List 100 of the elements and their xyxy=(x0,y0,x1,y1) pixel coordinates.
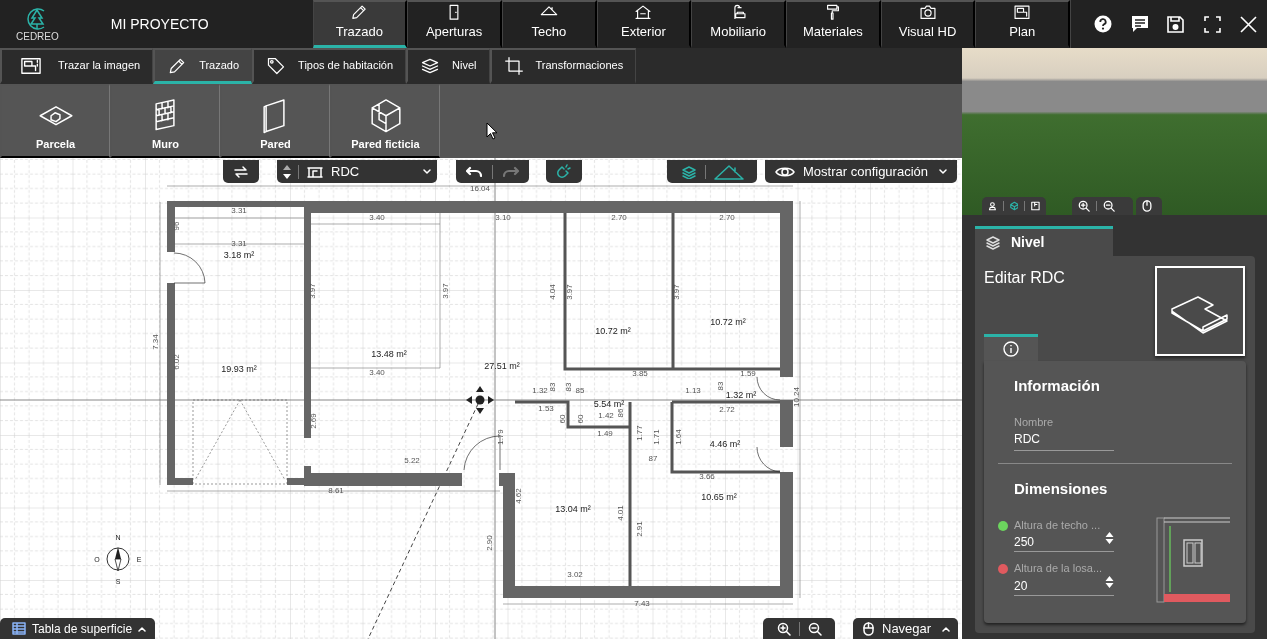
dimension-label: 83 xyxy=(716,381,726,391)
level-stepper-icon[interactable] xyxy=(282,163,292,180)
tool-button[interactable]: Pared ficticia xyxy=(330,84,440,158)
tool-button[interactable]: Pared xyxy=(220,84,330,158)
dimension-label: 1.49 xyxy=(597,429,613,439)
dimension-label: 3.02 xyxy=(567,570,583,580)
dimension-label: 60 xyxy=(576,414,586,424)
number-field[interactable]: 250 xyxy=(1014,533,1105,551)
room-area-label: 3.18 m² xyxy=(223,250,255,261)
cube-icon[interactable] xyxy=(1009,200,1019,212)
room-area-label: 10.72 m² xyxy=(595,326,631,337)
dimension-label: 83 xyxy=(564,382,574,392)
room-area-label: 27.51 m² xyxy=(484,361,520,372)
caret-up-icon xyxy=(138,625,147,632)
caret-up-icon xyxy=(942,625,950,632)
display-settings-button[interactable]: Mostrar configuración xyxy=(765,160,957,183)
fullscreen-icon[interactable] xyxy=(1203,15,1221,33)
room-area-label: 10.65 m² xyxy=(701,492,737,503)
sub-tab[interactable]: Trazado xyxy=(153,48,253,84)
dimension-label: 2.70 xyxy=(719,213,735,223)
dimension-label: 86 xyxy=(616,408,626,418)
dimension-label: 16.04 xyxy=(470,184,490,194)
dimension-label: 5.22 xyxy=(404,456,420,466)
name-field[interactable]: RDC xyxy=(1014,430,1114,451)
close-icon[interactable] xyxy=(1240,15,1258,33)
dimension-label: 3.40 xyxy=(369,213,385,223)
dimension-label: 3.10 xyxy=(495,213,511,223)
layers-icon xyxy=(680,164,697,179)
floor-plan-icon xyxy=(307,165,323,178)
comment-icon[interactable] xyxy=(1130,15,1149,33)
dimension-label: 85 xyxy=(575,386,585,396)
info-icon xyxy=(1003,341,1019,357)
room-area-label: 13.48 m² xyxy=(371,349,407,360)
dimension-label: 1.13 xyxy=(685,386,701,396)
level-tab[interactable]: Nivel xyxy=(975,226,1113,256)
zoom-in-icon[interactable] xyxy=(1078,200,1090,212)
main-tab[interactable]: Trazado xyxy=(312,0,408,48)
dimension-label: 2.72 xyxy=(719,405,735,415)
dimension-label: 96 xyxy=(172,221,182,231)
spinner-icon[interactable] xyxy=(1105,531,1114,545)
section-heading: Información xyxy=(1014,376,1101,396)
dimension-label: 3.97 xyxy=(565,284,575,300)
surface-table-button[interactable]: Tabla de superficie xyxy=(0,618,155,639)
number-field[interactable]: 20 xyxy=(1014,576,1105,595)
navigate-button[interactable]: Navegar xyxy=(853,618,958,639)
zoom-in-icon xyxy=(776,621,791,636)
dimension-label: 1.79 xyxy=(496,429,506,445)
tool-button[interactable]: Parcela xyxy=(0,84,110,158)
table-icon xyxy=(12,622,26,635)
dimension-label: 6.02 xyxy=(172,354,182,370)
main-tab[interactable]: Techo xyxy=(501,0,597,48)
cursor-icon xyxy=(486,121,498,140)
dimension-label: 4.62 xyxy=(514,488,524,504)
logo-text: CEDREO xyxy=(16,32,59,42)
dimension-label: 2.91 xyxy=(635,521,645,537)
info-tab[interactable] xyxy=(984,334,1038,361)
mouse-icon xyxy=(863,621,874,636)
dimension-label: 10.24 xyxy=(792,387,802,407)
move-handle-icon[interactable] xyxy=(466,386,494,414)
room-area-label: 4.46 m² xyxy=(709,439,741,450)
caret-down-icon xyxy=(939,168,947,175)
level-dropdown[interactable]: RDC xyxy=(299,160,437,183)
room-area-label: 5.54 m² xyxy=(593,399,625,410)
dimension-label: 3.31 xyxy=(231,206,247,216)
dimension-label: 1.53 xyxy=(538,404,554,414)
help-icon[interactable] xyxy=(1094,15,1113,33)
plan-view-icon[interactable] xyxy=(1031,200,1040,212)
main-tab[interactable]: Aperturas xyxy=(407,0,502,48)
sub-tab[interactable]: Tipos de habitación xyxy=(252,48,407,84)
person-icon[interactable] xyxy=(988,200,997,212)
dimension-label: 3.85 xyxy=(632,369,648,379)
magnet-icon xyxy=(556,163,572,180)
dimension-label: 1.42 xyxy=(598,411,614,421)
zoom-out-icon[interactable] xyxy=(1103,200,1115,212)
mouse-icon[interactable] xyxy=(1142,200,1152,212)
dimension-label: 7.34 xyxy=(151,334,161,350)
dimension-label: 4.04 xyxy=(548,284,558,300)
dimension-label: 2.90 xyxy=(485,535,495,551)
dimension-label: 83 xyxy=(548,382,558,392)
room-area-label: 1.32 m² xyxy=(725,390,757,401)
project-title: MI PROYECTO xyxy=(110,14,209,34)
dimension-label: 1.64 xyxy=(674,429,684,445)
field-label: Nombre xyxy=(1014,414,1055,430)
dimension-label: 2.69 xyxy=(309,413,319,429)
layers-icon xyxy=(985,234,1001,251)
field-label: Altura de techo ... xyxy=(1014,517,1102,533)
spinner-icon[interactable] xyxy=(1105,574,1114,589)
room-area-label: 10.72 m² xyxy=(710,317,746,328)
roof-icon xyxy=(713,163,744,180)
zoom-out-icon xyxy=(807,621,822,636)
dimension-label: 87 xyxy=(648,454,658,464)
tool-button[interactable]: Muro xyxy=(110,84,220,158)
undo-arrow-icon xyxy=(466,165,482,178)
dimension-label: 1.77 xyxy=(635,425,645,441)
save-icon[interactable] xyxy=(1167,15,1185,33)
swap-arrows-icon xyxy=(233,163,249,180)
dimension-label: 2.70 xyxy=(611,213,627,223)
dimension-label: 1.32 xyxy=(532,386,548,396)
dimension-label: 4.01 xyxy=(616,505,626,521)
dimension-label: 3.97 xyxy=(672,284,682,300)
